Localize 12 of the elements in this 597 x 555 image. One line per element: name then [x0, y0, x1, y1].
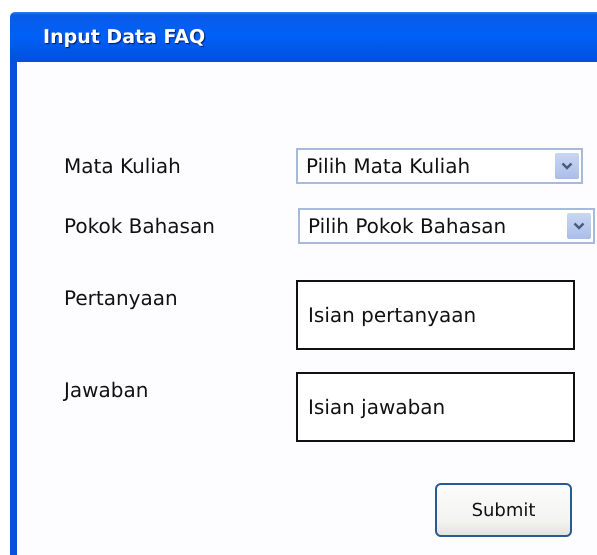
window-title: Input Data FAQ [43, 26, 206, 48]
dropdown[interactable]: Pilih Mata Kuliah [296, 148, 583, 184]
field-label: Mata Kuliah [64, 154, 182, 178]
field-label: Jawaban [64, 377, 150, 402]
chevron-down-icon[interactable] [555, 153, 579, 179]
field-label: Pokok Bahasan [64, 214, 216, 238]
dropdown[interactable]: Pilih Pokok Bahasan [298, 208, 595, 244]
text-area[interactable]: Isian jawaban [296, 372, 575, 442]
chevron-down-icon[interactable] [567, 213, 591, 239]
text-area[interactable]: Isian pertanyaan [296, 280, 575, 350]
submit-button[interactable]: Submit [435, 483, 572, 537]
field-label: Pertanyaan [64, 285, 179, 310]
